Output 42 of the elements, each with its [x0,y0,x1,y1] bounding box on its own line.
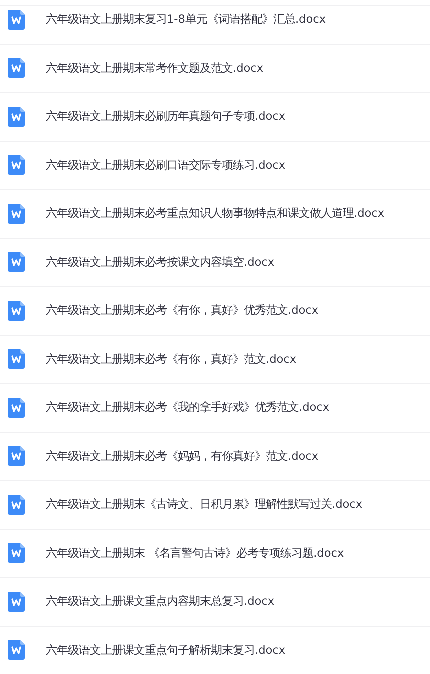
file-row[interactable]: 六年级语文上册期末常考作文题及范文.docx [0,44,430,93]
file-row[interactable]: 六年级语文上册期末复习1-8单元《词语搭配》汇总.docx [0,6,430,44]
word-document-icon [8,10,25,30]
file-row[interactable]: 六年级语文上册期末必考《我的拿手好戏》优秀范文.docx [0,384,430,432]
file-row[interactable]: 六年级语文上册期末必刷口语交际专项练习.docx [0,142,430,190]
word-document-icon [8,155,25,176]
file-name: 六年级语文上册期末《古诗文、日积月累》理解性默写过关.docx [46,497,363,512]
file-row[interactable]: 六年级语文上册期末必考《有你，真好》优秀范文.docx [0,287,430,336]
file-name: 六年级语文上册期末必考按课文内容填空.docx [46,254,275,270]
file-row[interactable]: 六年级语文上册课文重点内容期末总复习.docx [0,578,430,626]
file-name: 六年级语文上册期末复习1-8单元《词语搭配》汇总.docx [46,12,326,28]
file-name: 六年级语文上册期末必考重点知识人物事物特点和课文做人道理.docx [46,206,385,222]
word-document-icon [8,543,25,564]
file-name: 六年级语文上册课文重点内容期末总复习.docx [46,594,275,610]
file-name: 六年级语文上册期末必刷历年真题句子专项.docx [46,109,286,124]
file-name: 六年级语文上册期末常考作文题及范文.docx [46,60,264,76]
word-document-icon [8,592,25,612]
file-name: 六年级语文上册期末必考《我的拿手好戏》优秀范文.docx [46,400,330,416]
word-document-icon [8,494,25,515]
word-document-icon [8,300,25,321]
file-row[interactable]: 六年级语文上册课文重点句子解析期末复习.docx [0,626,430,674]
file-row[interactable]: 六年级语文上册期末必考重点知识人物事物特点和课文做人道理.docx [0,190,430,238]
file-name: 六年级语文上册课文重点句子解析期末复习.docx [46,642,286,658]
word-document-icon [8,640,25,660]
file-row[interactable]: 六年级语文上册期末必考按课文内容填空.docx [0,238,430,287]
file-name: 六年级语文上册期末必考《妈妈，有你真好》范文.docx [46,448,319,464]
word-document-icon [8,58,25,78]
file-row[interactable]: 六年级语文上册期末 《名言警句古诗》必考专项练习题.docx [0,530,430,578]
file-row[interactable]: 六年级语文上册期末必考《妈妈，有你真好》范文.docx [0,432,430,481]
file-name: 六年级语文上册期末 《名言警句古诗》必考专项练习题.docx [46,546,344,561]
file-name: 六年级语文上册期末必考《有你，真好》范文.docx [46,352,297,367]
file-name: 六年级语文上册期末必刷口语交际专项练习.docx [46,158,286,173]
word-document-icon [8,349,25,370]
word-document-icon [8,106,25,127]
word-document-icon [8,398,25,418]
word-document-icon [8,446,25,466]
file-row[interactable]: 六年级语文上册期末必刷历年真题句子专项.docx [0,93,430,142]
file-name: 六年级语文上册期末必考《有你，真好》优秀范文.docx [46,303,319,318]
file-row[interactable]: 六年级语文上册期末必考《有你，真好》范文.docx [0,336,430,384]
file-row[interactable]: 六年级语文上册期末《古诗文、日积月累》理解性默写过关.docx [0,481,430,530]
word-document-icon [8,252,25,272]
word-document-icon [8,204,25,224]
